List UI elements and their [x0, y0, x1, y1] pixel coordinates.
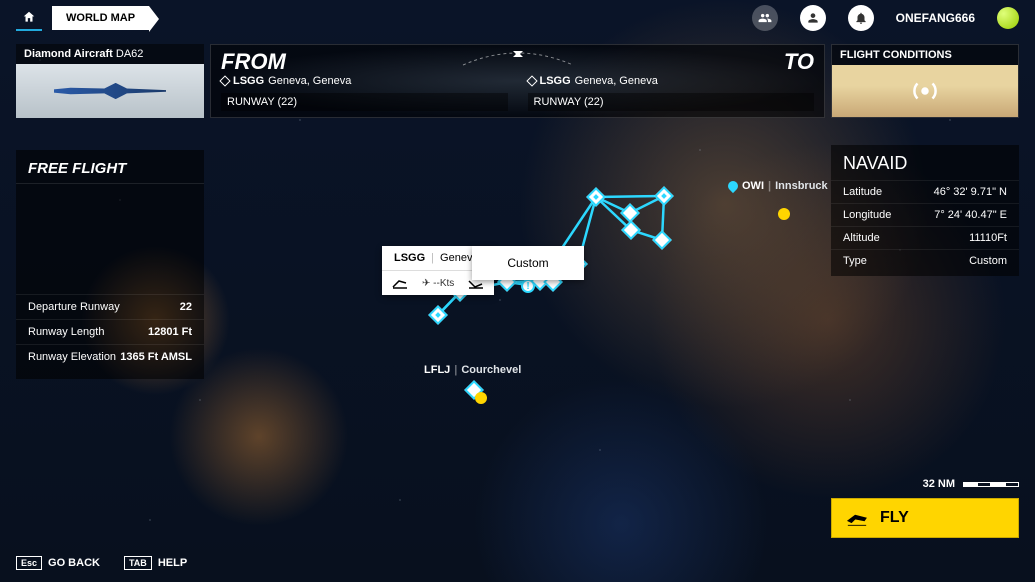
diamond-icon [219, 75, 230, 86]
go-back-hint[interactable]: Esc GO BACK [16, 556, 100, 570]
takeoff-icon [846, 509, 868, 527]
navaid-value: 11110Ft [969, 232, 1007, 244]
conditions-title: FLIGHT CONDITIONS [832, 45, 1018, 65]
aircraft-make: Diamond Aircraft [24, 48, 113, 60]
free-flight-title: FREE FLIGHT [16, 160, 204, 184]
broadcast-icon [910, 76, 940, 106]
popup-kts: ✈ --Kts [422, 278, 454, 289]
poi-marker[interactable] [778, 208, 790, 220]
username: ONEFANG666 [896, 11, 975, 25]
ff-row: Runway Elevation 1365 Ft AMSL [16, 344, 204, 369]
home-icon [22, 10, 36, 24]
aircraft-model: DA62 [116, 48, 144, 60]
user-avatar[interactable] [997, 7, 1019, 29]
map-scale: 32 NM [923, 478, 1019, 490]
map-label-courchevel[interactable]: LFLJ | Courchevel [424, 364, 521, 376]
from-runway[interactable]: RUNWAY (22) [221, 93, 508, 111]
label-code: OWI [742, 180, 764, 192]
to-runway[interactable]: RUNWAY (22) [528, 93, 815, 111]
ff-value: 12801 Ft [148, 326, 192, 338]
navaid-label: Latitude [843, 186, 882, 198]
free-flight-panel: FREE FLIGHT Departure Runway 22 Runway Le… [16, 150, 204, 379]
ff-label: Departure Runway [28, 301, 120, 313]
departure-icon[interactable] [392, 277, 408, 289]
bell-icon [854, 11, 868, 25]
to-name: Geneva, Geneva [575, 75, 658, 87]
home-button[interactable] [16, 5, 42, 31]
go-back-label: GO BACK [48, 557, 100, 569]
group-icon-button[interactable] [752, 5, 778, 31]
navaid-value: 7° 24' 40.47" E [934, 209, 1007, 221]
navaid-label: Longitude [843, 209, 891, 221]
help-hint[interactable]: TAB HELP [124, 556, 187, 570]
navaid-row: Longitude 7° 24' 40.47" E [831, 203, 1019, 226]
ff-label: Runway Elevation [28, 351, 116, 363]
navaid-value: 46° 32' 9.71" N [934, 186, 1007, 198]
fly-label: FLY [880, 509, 909, 527]
tab-key: TAB [124, 556, 152, 570]
ff-value: 22 [180, 301, 192, 313]
help-label: HELP [158, 557, 187, 569]
breadcrumb-label: WORLD MAP [66, 12, 135, 24]
ff-value: 1365 Ft AMSL [120, 351, 192, 363]
custom-popup[interactable]: Custom [472, 246, 584, 280]
ff-label: Runway Length [28, 326, 104, 338]
poi-marker[interactable] [475, 392, 487, 404]
navaid-row: Altitude 11110Ft [831, 226, 1019, 249]
diamond-icon [526, 75, 537, 86]
route-card[interactable]: FROM TO LSGG Geneva, Geneva RUNWAY (22) … [210, 44, 825, 118]
group-icon [758, 11, 772, 25]
label-code: LFLJ [424, 364, 450, 376]
popup-code: LSGG [394, 252, 425, 264]
notifications-icon-button[interactable] [848, 5, 874, 31]
label-name: Courchevel [461, 364, 521, 376]
scale-label: 32 NM [923, 478, 955, 490]
fly-button[interactable]: FLY [831, 498, 1019, 538]
navaid-label: Type [843, 255, 867, 267]
to-label: TO [784, 49, 814, 75]
to-code: LSGG [540, 75, 571, 87]
navaid-row: Type Custom [831, 249, 1019, 272]
ff-row: Runway Length 12801 Ft [16, 319, 204, 344]
label-name: Innsbruck [775, 180, 828, 192]
route-arc-icon [458, 47, 578, 67]
profile-icon-button[interactable] [800, 5, 826, 31]
map-label-innsbruck[interactable]: OWI | Innsbruck [728, 180, 828, 192]
aircraft-image [16, 64, 204, 118]
popup2-label: Custom [507, 256, 548, 270]
from-label: FROM [221, 49, 286, 75]
user-icon [806, 11, 820, 25]
navaid-value: Custom [969, 255, 1007, 267]
from-code: LSGG [233, 75, 264, 87]
breadcrumb[interactable]: WORLD MAP [52, 6, 149, 30]
ff-row: Departure Runway 22 [16, 294, 204, 319]
navaid-label: Altitude [843, 232, 880, 244]
navaid-title: NAVAID [831, 153, 1019, 180]
aircraft-card[interactable]: Diamond Aircraft DA62 [16, 44, 204, 118]
esc-key: Esc [16, 556, 42, 570]
navaid-panel: NAVAID Latitude 46° 32' 9.71" N Longitude… [831, 145, 1019, 276]
from-name: Geneva, Geneva [268, 75, 351, 87]
navaid-row: Latitude 46° 32' 9.71" N [831, 180, 1019, 203]
flight-conditions-card[interactable]: FLIGHT CONDITIONS [831, 44, 1019, 118]
pin-icon [726, 179, 740, 193]
